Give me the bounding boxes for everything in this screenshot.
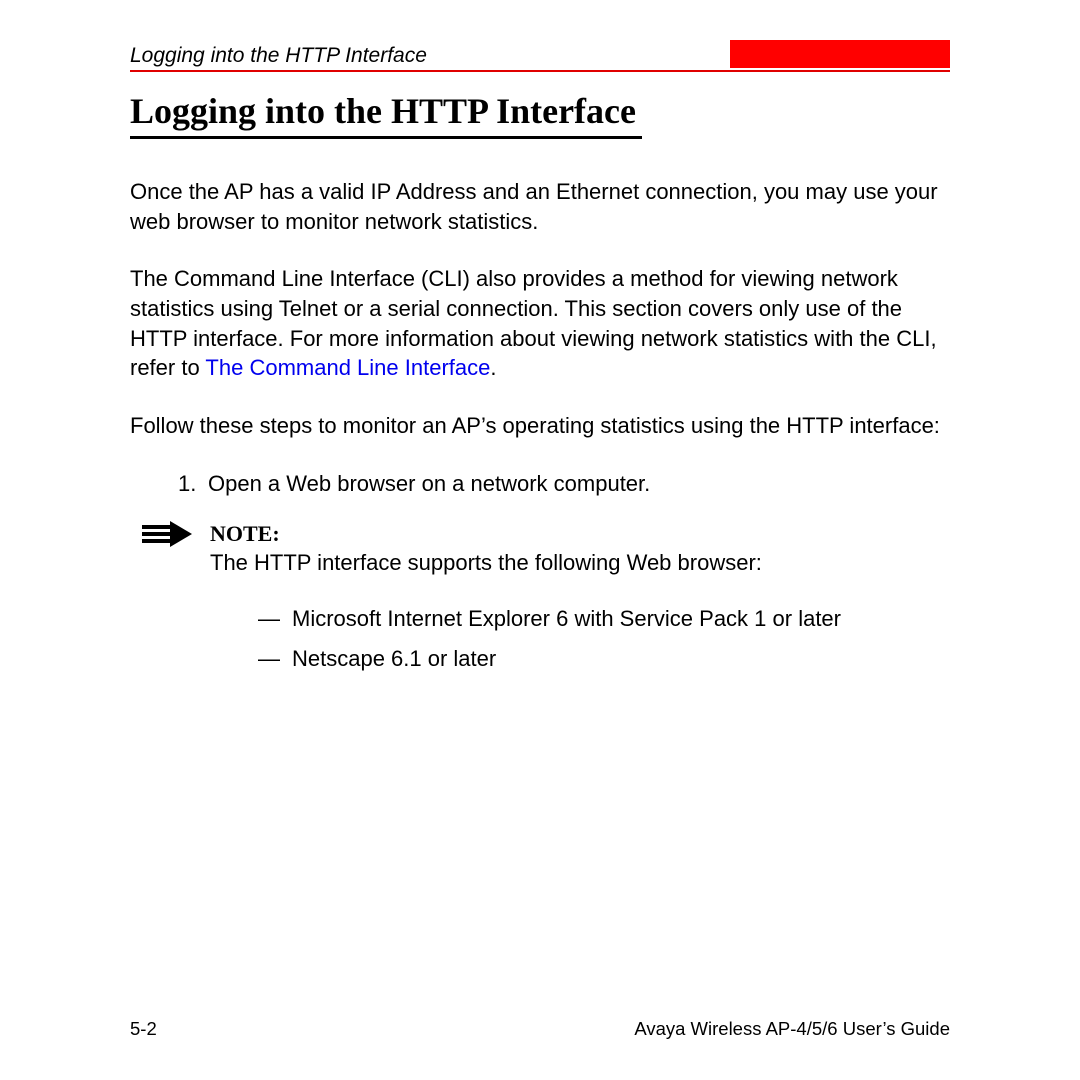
dash-bullet: — [258, 644, 292, 674]
note-content: NOTE: The HTTP interface supports the fo… [210, 519, 950, 684]
step-1-number: 1. [178, 469, 208, 499]
body: Once the AP has a valid IP Address and a… [130, 177, 950, 683]
page: Logging into the HTTP Interface Logging … [0, 0, 1080, 1080]
paragraph-1: Once the AP has a valid IP Address and a… [130, 177, 950, 236]
running-header-title: Logging into the HTTP Interface [130, 44, 427, 68]
footer-book-title: Avaya Wireless AP-4/5/6 User’s Guide [634, 1018, 950, 1040]
note-arrow-icon [140, 519, 210, 684]
header-accent-block [730, 40, 950, 68]
step-1-text: Open a Web browser on a network computer… [208, 469, 650, 499]
section-title-wrap: Logging into the HTTP Interface [130, 72, 950, 139]
note-list-item-2-text: Netscape 6.1 or later [292, 644, 496, 674]
note-list-item-2: — Netscape 6.1 or later [258, 644, 950, 674]
note-block: NOTE: The HTTP interface supports the fo… [130, 519, 950, 684]
dash-bullet: — [258, 604, 292, 634]
section-title: Logging into the HTTP Interface [130, 90, 642, 139]
note-text: The HTTP interface supports the followin… [210, 548, 950, 578]
note-label: NOTE: [210, 519, 950, 549]
paragraph-3: Follow these steps to monitor an AP’s op… [130, 411, 950, 441]
note-list: — Microsoft Internet Explorer 6 with Ser… [210, 604, 950, 673]
paragraph-2-text-b: . [490, 355, 496, 380]
cli-link[interactable]: The Command Line Interface [205, 355, 490, 380]
step-1: 1. Open a Web browser on a network compu… [178, 469, 950, 499]
note-list-item-1: — Microsoft Internet Explorer 6 with Ser… [258, 604, 950, 634]
note-list-item-1-text: Microsoft Internet Explorer 6 with Servi… [292, 604, 841, 634]
page-footer: 5-2 Avaya Wireless AP-4/5/6 User’s Guide [130, 1018, 950, 1040]
page-header: Logging into the HTTP Interface [130, 40, 950, 72]
footer-page-number: 5-2 [130, 1018, 157, 1040]
paragraph-2: The Command Line Interface (CLI) also pr… [130, 264, 950, 383]
ordered-steps: 1. Open a Web browser on a network compu… [130, 469, 950, 499]
